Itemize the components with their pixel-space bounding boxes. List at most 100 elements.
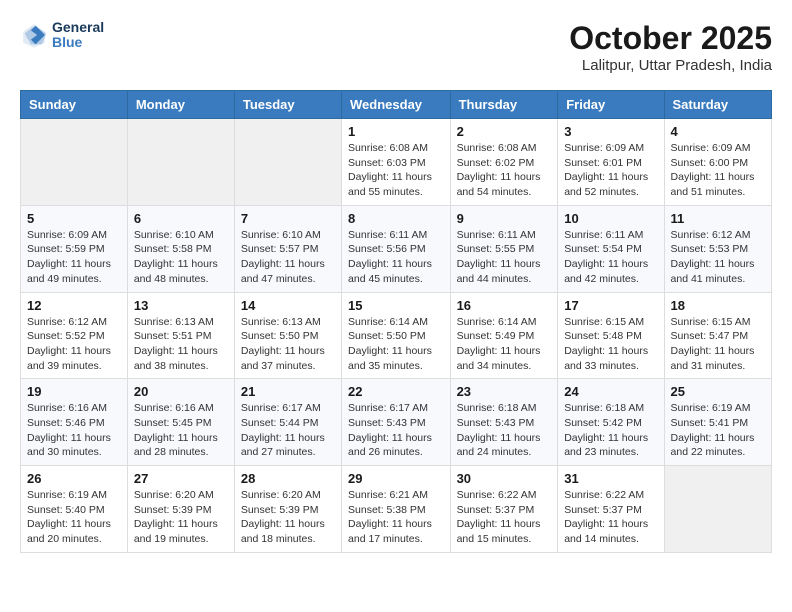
day-header-tuesday: Tuesday — [234, 91, 341, 119]
week-row-4: 19Sunrise: 6:16 AMSunset: 5:46 PMDayligh… — [21, 379, 772, 466]
week-row-1: 1Sunrise: 6:08 AMSunset: 6:03 PMDaylight… — [21, 119, 772, 206]
day-info: Sunrise: 6:20 AMSunset: 5:39 PMDaylight:… — [134, 488, 228, 547]
day-number: 27 — [134, 471, 228, 486]
calendar-cell: 17 Sunrise: 6:15 AMSunset: 5:48 PMDayligh… — [558, 292, 664, 379]
month-title: October 2025 — [569, 20, 772, 57]
calendar-cell: 25 Sunrise: 6:19 AMSunset: 5:41 PMDayligh… — [664, 379, 771, 466]
day-info: Sunrise: 6:11 AMSunset: 5:54 PMDaylight:… — [564, 228, 657, 287]
calendar-cell: 2 Sunrise: 6:08 AMSunset: 6:02 PMDaylight… — [450, 119, 558, 206]
day-number: 11 — [671, 211, 765, 226]
logo: General Blue — [20, 20, 104, 51]
day-number: 16 — [457, 298, 552, 313]
calendar-cell: 19Sunrise: 6:16 AMSunset: 5:46 PMDayligh… — [21, 379, 128, 466]
day-info: Sunrise: 6:10 AMSunset: 5:57 PMDaylight:… — [241, 228, 335, 287]
calendar-cell: 4 Sunrise: 6:09 AMSunset: 6:00 PMDaylight… — [664, 119, 771, 206]
page-header: General Blue October 2025 Lalitpur, Utta… — [20, 20, 772, 74]
day-info: Sunrise: 6:12 AMSunset: 5:52 PMDaylight:… — [27, 315, 121, 374]
calendar-cell: 9Sunrise: 6:11 AMSunset: 5:55 PMDaylight… — [450, 205, 558, 292]
calendar-cell: 13Sunrise: 6:13 AMSunset: 5:51 PMDayligh… — [127, 292, 234, 379]
calendar-cell: 27 Sunrise: 6:20 AMSunset: 5:39 PMDayligh… — [127, 466, 234, 553]
day-info: Sunrise: 6:19 AMSunset: 5:41 PMDaylight:… — [671, 401, 765, 460]
day-info: Sunrise: 6:11 AMSunset: 5:55 PMDaylight:… — [457, 228, 552, 287]
day-info: Sunrise: 6:17 AMSunset: 5:44 PMDaylight:… — [241, 401, 335, 460]
day-number: 13 — [134, 298, 228, 313]
calendar-cell: 21 Sunrise: 6:17 AMSunset: 5:44 PMDayligh… — [234, 379, 341, 466]
day-number: 29 — [348, 471, 444, 486]
day-number: 25 — [671, 384, 765, 399]
day-info: Sunrise: 6:16 AMSunset: 5:45 PMDaylight:… — [134, 401, 228, 460]
calendar-cell: 5Sunrise: 6:09 AMSunset: 5:59 PMDaylight… — [21, 205, 128, 292]
calendar-cell: 14 Sunrise: 6:13 AMSunset: 5:50 PMDayligh… — [234, 292, 341, 379]
day-number: 15 — [348, 298, 444, 313]
day-info: Sunrise: 6:22 AMSunset: 5:37 PMDaylight:… — [457, 488, 552, 547]
day-number: 17 — [564, 298, 657, 313]
calendar-cell: 11 Sunrise: 6:12 AMSunset: 5:53 PMDayligh… — [664, 205, 771, 292]
day-info: Sunrise: 6:12 AMSunset: 5:53 PMDaylight:… — [671, 228, 765, 287]
calendar-cell: 6Sunrise: 6:10 AMSunset: 5:58 PMDaylight… — [127, 205, 234, 292]
day-number: 12 — [27, 298, 121, 313]
day-number: 5 — [27, 211, 121, 226]
day-info: Sunrise: 6:15 AMSunset: 5:47 PMDaylight:… — [671, 315, 765, 374]
title-area: October 2025 Lalitpur, Uttar Pradesh, In… — [569, 20, 772, 74]
day-info: Sunrise: 6:09 AMSunset: 6:00 PMDaylight:… — [671, 141, 765, 200]
calendar-cell: 1Sunrise: 6:08 AMSunset: 6:03 PMDaylight… — [342, 119, 451, 206]
day-info: Sunrise: 6:22 AMSunset: 5:37 PMDaylight:… — [564, 488, 657, 547]
day-info: Sunrise: 6:18 AMSunset: 5:42 PMDaylight:… — [564, 401, 657, 460]
day-number: 20 — [134, 384, 228, 399]
calendar-cell: 3Sunrise: 6:09 AMSunset: 6:01 PMDaylight… — [558, 119, 664, 206]
day-header-wednesday: Wednesday — [342, 91, 451, 119]
day-number: 4 — [671, 124, 765, 139]
day-number: 10 — [564, 211, 657, 226]
calendar-header-row: SundayMondayTuesdayWednesdayThursdayFrid… — [21, 91, 772, 119]
day-header-friday: Friday — [558, 91, 664, 119]
calendar-cell: 10 Sunrise: 6:11 AMSunset: 5:54 PMDayligh… — [558, 205, 664, 292]
day-header-monday: Monday — [127, 91, 234, 119]
week-row-2: 5Sunrise: 6:09 AMSunset: 5:59 PMDaylight… — [21, 205, 772, 292]
calendar-cell — [664, 466, 771, 553]
calendar-cell: 8 Sunrise: 6:11 AMSunset: 5:56 PMDaylight… — [342, 205, 451, 292]
day-info: Sunrise: 6:11 AMSunset: 5:56 PMDaylight:… — [348, 228, 444, 287]
day-info: Sunrise: 6:14 AMSunset: 5:49 PMDaylight:… — [457, 315, 552, 374]
day-number: 31 — [564, 471, 657, 486]
calendar-cell: 20 Sunrise: 6:16 AMSunset: 5:45 PMDayligh… — [127, 379, 234, 466]
day-header-sunday: Sunday — [21, 91, 128, 119]
calendar-cell — [234, 119, 341, 206]
day-info: Sunrise: 6:17 AMSunset: 5:43 PMDaylight:… — [348, 401, 444, 460]
calendar-cell: 12 Sunrise: 6:12 AMSunset: 5:52 PMDayligh… — [21, 292, 128, 379]
day-number: 24 — [564, 384, 657, 399]
day-number: 28 — [241, 471, 335, 486]
logo-text: General Blue — [52, 20, 104, 51]
location: Lalitpur, Uttar Pradesh, India — [569, 57, 772, 74]
day-number: 14 — [241, 298, 335, 313]
calendar-cell: 16 Sunrise: 6:14 AMSunset: 5:49 PMDayligh… — [450, 292, 558, 379]
calendar-cell: 18 Sunrise: 6:15 AMSunset: 5:47 PMDayligh… — [664, 292, 771, 379]
day-number: 6 — [134, 211, 228, 226]
day-info: Sunrise: 6:19 AMSunset: 5:40 PMDaylight:… — [27, 488, 121, 547]
day-info: Sunrise: 6:13 AMSunset: 5:50 PMDaylight:… — [241, 315, 335, 374]
day-info: Sunrise: 6:18 AMSunset: 5:43 PMDaylight:… — [457, 401, 552, 460]
day-info: Sunrise: 6:20 AMSunset: 5:39 PMDaylight:… — [241, 488, 335, 547]
day-number: 8 — [348, 211, 444, 226]
calendar-cell: 15 Sunrise: 6:14 AMSunset: 5:50 PMDayligh… — [342, 292, 451, 379]
day-number: 2 — [457, 124, 552, 139]
calendar-cell — [21, 119, 128, 206]
day-number: 21 — [241, 384, 335, 399]
calendar-cell: 26Sunrise: 6:19 AMSunset: 5:40 PMDayligh… — [21, 466, 128, 553]
day-number: 23 — [457, 384, 552, 399]
day-number: 1 — [348, 124, 444, 139]
day-info: Sunrise: 6:14 AMSunset: 5:50 PMDaylight:… — [348, 315, 444, 374]
day-header-saturday: Saturday — [664, 91, 771, 119]
day-info: Sunrise: 6:15 AMSunset: 5:48 PMDaylight:… — [564, 315, 657, 374]
day-info: Sunrise: 6:08 AMSunset: 6:02 PMDaylight:… — [457, 141, 552, 200]
day-number: 7 — [241, 211, 335, 226]
logo-icon — [20, 21, 48, 49]
day-number: 22 — [348, 384, 444, 399]
day-info: Sunrise: 6:16 AMSunset: 5:46 PMDaylight:… — [27, 401, 121, 460]
calendar-cell — [127, 119, 234, 206]
week-row-3: 12 Sunrise: 6:12 AMSunset: 5:52 PMDayligh… — [21, 292, 772, 379]
day-number: 30 — [457, 471, 552, 486]
calendar-cell: 22 Sunrise: 6:17 AMSunset: 5:43 PMDayligh… — [342, 379, 451, 466]
day-header-thursday: Thursday — [450, 91, 558, 119]
day-number: 18 — [671, 298, 765, 313]
calendar-cell: 29Sunrise: 6:21 AMSunset: 5:38 PMDayligh… — [342, 466, 451, 553]
